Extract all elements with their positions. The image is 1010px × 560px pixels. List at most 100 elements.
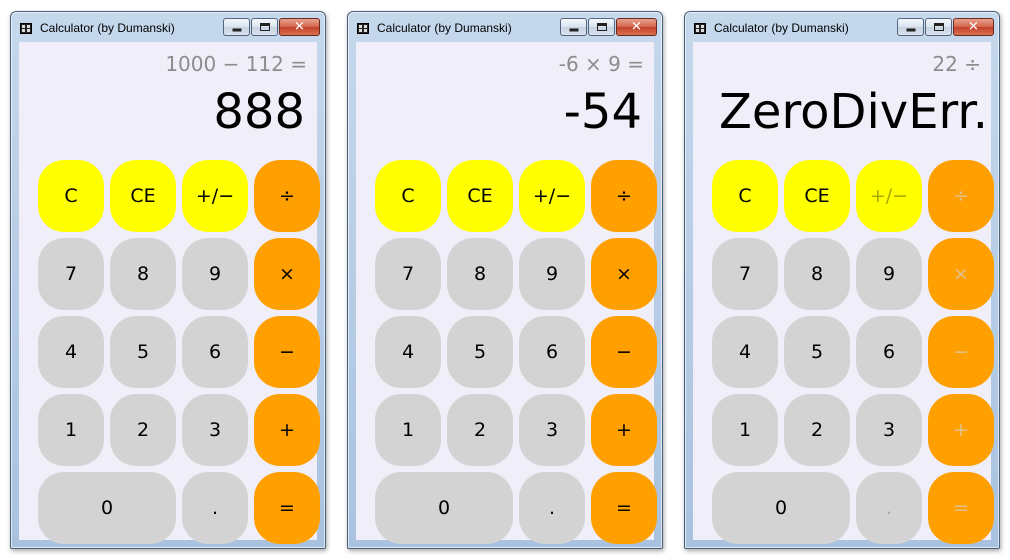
divide-button-label: ÷	[616, 185, 632, 207]
minus-button: −	[928, 316, 994, 388]
calculator-app-icon[interactable]	[20, 23, 32, 34]
close-button[interactable]: ✕	[616, 18, 657, 36]
window-controls: ✕	[897, 18, 994, 37]
equals-button: =	[928, 472, 994, 544]
close-button[interactable]: ✕	[279, 18, 320, 36]
plus-button[interactable]: +	[591, 394, 657, 466]
zero-button[interactable]: 0	[38, 472, 176, 544]
six-button[interactable]: 6	[856, 316, 922, 388]
three-button-label: 3	[882, 419, 896, 441]
minus-button[interactable]: −	[254, 316, 320, 388]
two-button-label: 2	[136, 419, 150, 441]
title-bar[interactable]: Calculator (by Dumanski) ✕	[685, 12, 999, 42]
ce-button[interactable]: CE	[110, 160, 176, 232]
three-button[interactable]: 3	[519, 394, 585, 466]
one-button[interactable]: 1	[712, 394, 778, 466]
zero-button[interactable]: 0	[712, 472, 850, 544]
close-button[interactable]: ✕	[953, 18, 994, 36]
multiply-button[interactable]: ×	[254, 238, 320, 310]
four-button[interactable]: 4	[712, 316, 778, 388]
sign-button[interactable]: +/−	[519, 160, 585, 232]
minus-button[interactable]: −	[591, 316, 657, 388]
minus-button-label: −	[953, 341, 969, 363]
dot-button[interactable]: .	[519, 472, 585, 544]
window-title: Calculator (by Dumanski)	[40, 21, 175, 35]
five-button-label: 5	[473, 341, 487, 363]
two-button-label: 2	[473, 419, 487, 441]
ce-button[interactable]: CE	[784, 160, 850, 232]
expression-display: 1000 − 112 =	[165, 52, 307, 76]
five-button[interactable]: 5	[784, 316, 850, 388]
eight-button[interactable]: 8	[447, 238, 513, 310]
one-button[interactable]: 1	[38, 394, 104, 466]
zero-button-label: 0	[100, 497, 114, 519]
four-button[interactable]: 4	[38, 316, 104, 388]
title-bar[interactable]: Calculator (by Dumanski) ✕	[348, 12, 662, 42]
dot-button: .	[856, 472, 922, 544]
maximize-button[interactable]	[251, 18, 278, 36]
nine-button[interactable]: 9	[856, 238, 922, 310]
one-button[interactable]: 1	[375, 394, 441, 466]
six-button-label: 6	[208, 341, 222, 363]
dot-button[interactable]: .	[182, 472, 248, 544]
two-button-label: 2	[810, 419, 824, 441]
nine-button[interactable]: 9	[519, 238, 585, 310]
plus-button[interactable]: +	[254, 394, 320, 466]
multiply-button[interactable]: ×	[591, 238, 657, 310]
window-controls: ✕	[560, 18, 657, 37]
seven-button[interactable]: 7	[712, 238, 778, 310]
four-button[interactable]: 4	[375, 316, 441, 388]
title-bar[interactable]: Calculator (by Dumanski) ✕	[11, 12, 325, 42]
equals-button-label: =	[279, 497, 295, 519]
five-button[interactable]: 5	[447, 316, 513, 388]
seven-button[interactable]: 7	[375, 238, 441, 310]
divide-button[interactable]: ÷	[254, 160, 320, 232]
maximize-icon	[596, 23, 607, 31]
four-button-label: 4	[64, 341, 78, 363]
three-button[interactable]: 3	[182, 394, 248, 466]
minimize-button[interactable]	[223, 18, 250, 36]
c-button[interactable]: C	[375, 160, 441, 232]
two-button[interactable]: 2	[447, 394, 513, 466]
equals-button[interactable]: =	[591, 472, 657, 544]
maximize-icon	[933, 23, 944, 31]
minimize-button[interactable]	[560, 18, 587, 36]
maximize-button[interactable]	[925, 18, 952, 36]
maximize-button[interactable]	[588, 18, 615, 36]
multiply-button: ×	[928, 238, 994, 310]
three-button-label: 3	[208, 419, 222, 441]
result-display: ZeroDivErr.	[719, 84, 988, 140]
six-button[interactable]: 6	[519, 316, 585, 388]
minimize-button[interactable]	[897, 18, 924, 36]
sign-button[interactable]: +/−	[182, 160, 248, 232]
zero-button-label: 0	[774, 497, 788, 519]
sign-button-label: +/−	[532, 185, 572, 207]
multiply-button-label: ×	[616, 263, 632, 285]
six-button[interactable]: 6	[182, 316, 248, 388]
divide-button[interactable]: ÷	[591, 160, 657, 232]
ce-button[interactable]: CE	[447, 160, 513, 232]
nine-button[interactable]: 9	[182, 238, 248, 310]
plus-button-label: +	[953, 419, 969, 441]
calculator-app-icon[interactable]	[694, 23, 706, 34]
zero-button-label: 0	[437, 497, 451, 519]
sign-button-label: +/−	[869, 185, 909, 207]
c-button[interactable]: C	[712, 160, 778, 232]
c-button[interactable]: C	[38, 160, 104, 232]
two-button[interactable]: 2	[784, 394, 850, 466]
window-title: Calculator (by Dumanski)	[377, 21, 512, 35]
calculator-body: 22 ÷ ZeroDivErr. C CE +/− ÷ 7 8 9 × 4 5 …	[693, 42, 994, 544]
seven-button[interactable]: 7	[38, 238, 104, 310]
equals-button-label: =	[616, 497, 632, 519]
zero-button[interactable]: 0	[375, 472, 513, 544]
equals-button[interactable]: =	[254, 472, 320, 544]
eight-button[interactable]: 8	[110, 238, 176, 310]
eight-button-label: 8	[473, 263, 487, 285]
four-button-label: 4	[401, 341, 415, 363]
ce-button-label: CE	[130, 185, 156, 207]
five-button[interactable]: 5	[110, 316, 176, 388]
calculator-app-icon[interactable]	[357, 23, 369, 34]
three-button[interactable]: 3	[856, 394, 922, 466]
two-button[interactable]: 2	[110, 394, 176, 466]
eight-button[interactable]: 8	[784, 238, 850, 310]
